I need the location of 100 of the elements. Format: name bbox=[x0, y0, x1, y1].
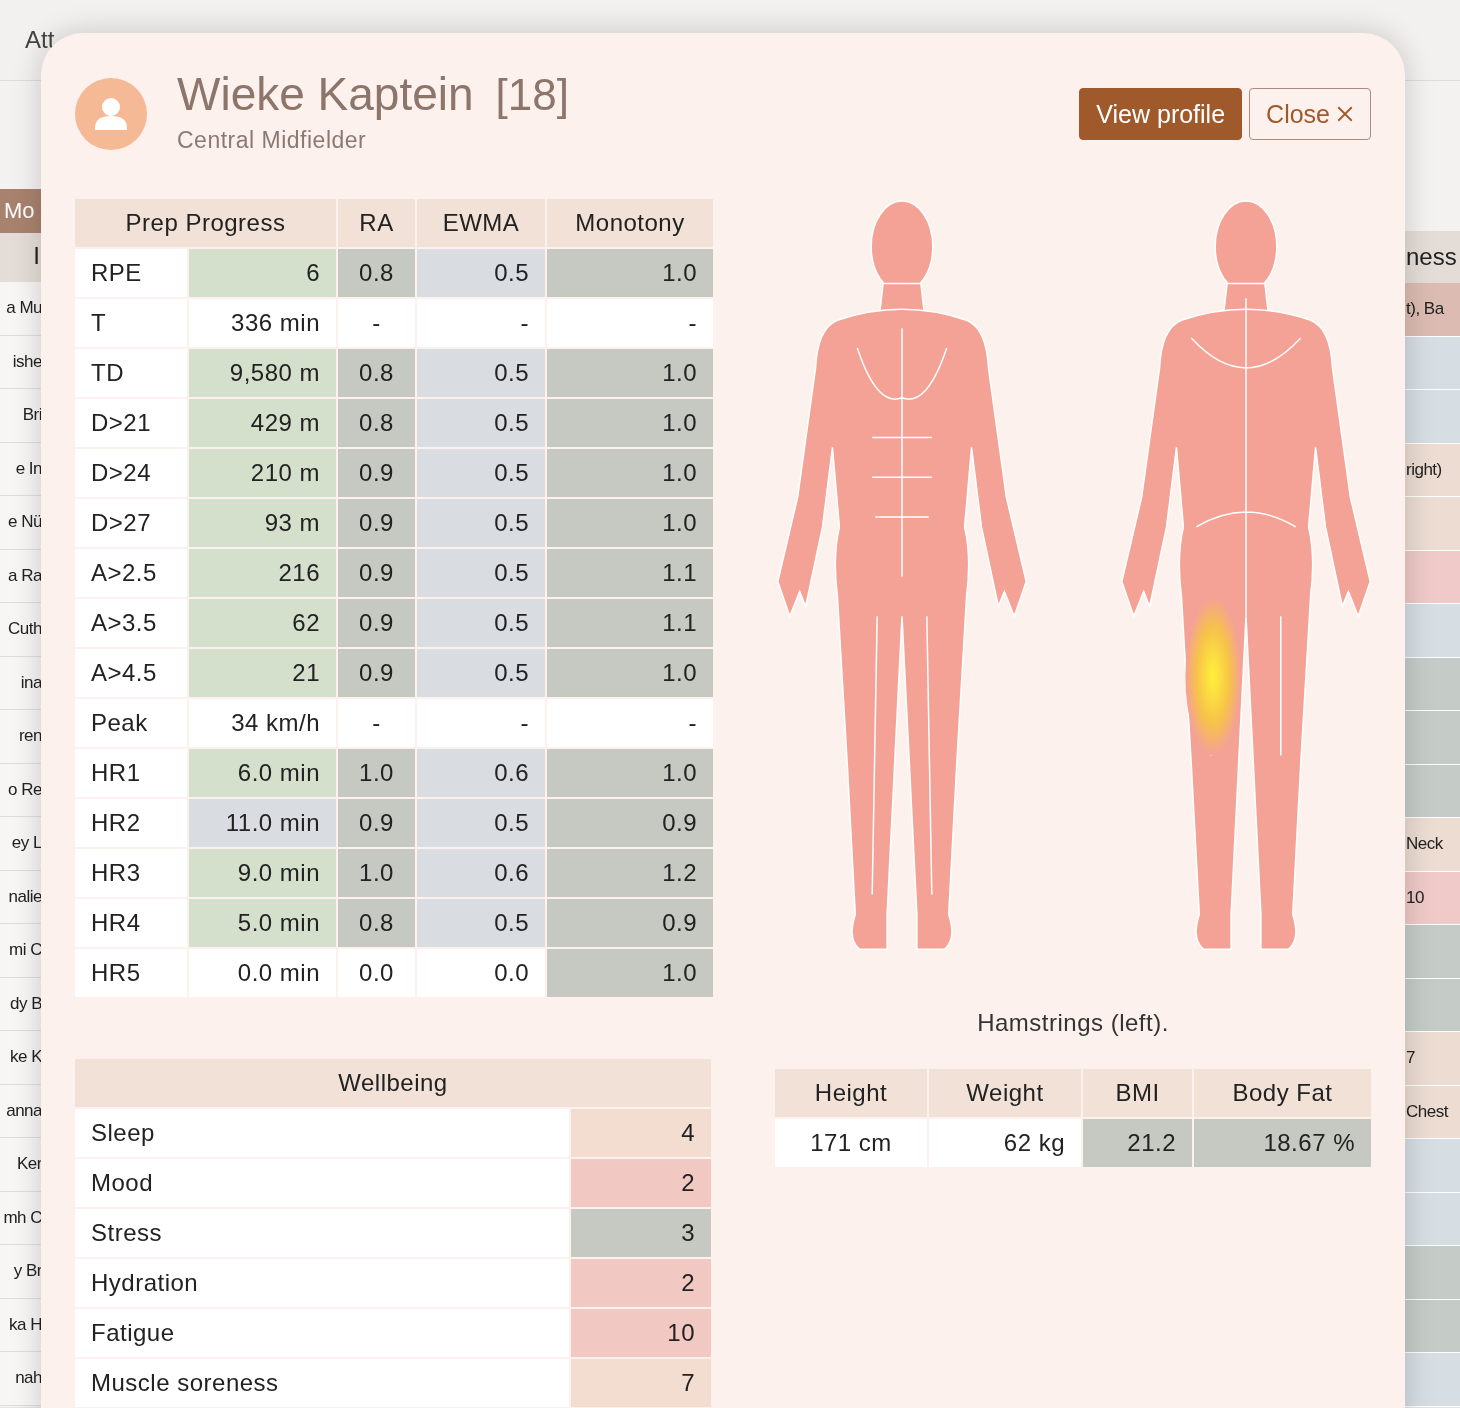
table-cell: 1.0 bbox=[338, 849, 415, 897]
player-name-cell: o Re bbox=[0, 763, 42, 817]
player-name-cell: Ker bbox=[0, 1138, 42, 1192]
table-cell: 1.0 bbox=[547, 499, 713, 547]
row-label: Muscle soreness bbox=[75, 1359, 569, 1407]
table-cell: 0.5 bbox=[417, 549, 545, 597]
row-label: Sleep bbox=[75, 1109, 569, 1157]
player-name-cell: dy B bbox=[0, 977, 42, 1031]
table-cell: 62 kg bbox=[929, 1119, 1081, 1167]
close-button[interactable]: Close bbox=[1249, 88, 1371, 140]
player-name-cell: a Ra bbox=[0, 549, 42, 603]
table-cell: 0.8 bbox=[338, 349, 415, 397]
row-label: Stress bbox=[75, 1209, 569, 1257]
row-label: Peak bbox=[75, 699, 187, 747]
row-label: A>3.5 bbox=[75, 599, 187, 647]
mode-button[interactable]: Mo bbox=[0, 189, 42, 233]
player-position: Central Midfielder bbox=[177, 127, 368, 154]
table-cell: 0.5 bbox=[417, 899, 545, 947]
table-cell: 0.9 bbox=[547, 799, 713, 847]
table-cell: 0.5 bbox=[417, 799, 545, 847]
table-cell: 0.5 bbox=[417, 449, 545, 497]
table-cell: 10 bbox=[571, 1309, 711, 1357]
table-cell: 3 bbox=[571, 1209, 711, 1257]
player-name-cell: mh C bbox=[0, 1191, 42, 1245]
table-cell: Neck bbox=[1404, 818, 1460, 872]
row-label: A>4.5 bbox=[75, 649, 187, 697]
table-cell: 0.5 bbox=[417, 649, 545, 697]
table-cell: 0.0 min bbox=[189, 949, 336, 997]
player-name-cell: ren bbox=[0, 710, 42, 764]
table-cell: 0.0 bbox=[417, 949, 545, 997]
column-header: Height bbox=[775, 1069, 927, 1117]
table-cell: 7 bbox=[571, 1359, 711, 1407]
table-cell: 0.9 bbox=[547, 899, 713, 947]
table-cell: 34 km/h bbox=[189, 699, 336, 747]
player-name-cell: ey L bbox=[0, 817, 42, 871]
table-cell: 0.9 bbox=[338, 599, 415, 647]
table-cell: 6.0 min bbox=[189, 749, 336, 797]
player-name-cell: ina bbox=[0, 656, 42, 710]
table-cell: 0.5 bbox=[417, 399, 545, 447]
player-name-cell: e Nü bbox=[0, 496, 42, 550]
column-header: ness bbox=[1404, 231, 1460, 283]
table-cell: 171 cm bbox=[775, 1119, 927, 1167]
column-header: I bbox=[0, 230, 42, 282]
player-name-cell: ka H bbox=[0, 1298, 42, 1352]
row-label: HR2 bbox=[75, 799, 187, 847]
table-cell: right) bbox=[1404, 443, 1460, 497]
table-title: Wellbeing bbox=[75, 1059, 711, 1107]
table-cell: 210 m bbox=[189, 449, 336, 497]
table-cell: 18.67 % bbox=[1194, 1119, 1371, 1167]
player-number: [18] bbox=[495, 70, 569, 120]
column-header: BMI bbox=[1083, 1069, 1192, 1117]
table-cell: 1.0 bbox=[338, 749, 415, 797]
row-label: HR3 bbox=[75, 849, 187, 897]
player-name-cell: Cuth bbox=[0, 603, 42, 657]
table-cell: 6 bbox=[189, 249, 336, 297]
table-cell: 7 bbox=[1404, 1032, 1460, 1086]
table-cell: - bbox=[547, 699, 713, 747]
player-name-cell: nah bbox=[0, 1352, 42, 1406]
table-cell: 216 bbox=[189, 549, 336, 597]
player-name-cell: nalie bbox=[0, 870, 42, 924]
table-cell: 9,580 m bbox=[189, 349, 336, 397]
row-label: D>24 bbox=[75, 449, 187, 497]
column-header: Weight bbox=[929, 1069, 1081, 1117]
player-name: Wieke Kaptein bbox=[177, 67, 474, 121]
table-cell: 0.8 bbox=[338, 249, 415, 297]
table-cell: 10 bbox=[1404, 871, 1460, 925]
table-cell: 0.0 bbox=[338, 949, 415, 997]
table-cell: 62 bbox=[189, 599, 336, 647]
table-cell: 0.6 bbox=[417, 849, 545, 897]
table-cell: - bbox=[338, 699, 415, 747]
column-header: Prep Progress bbox=[75, 199, 336, 247]
table-cell: 9.0 min bbox=[189, 849, 336, 897]
table-cell: 0.6 bbox=[417, 749, 545, 797]
close-icon bbox=[1336, 105, 1354, 123]
player-name-cell: anna bbox=[0, 1084, 42, 1138]
table-cell: 21 bbox=[189, 649, 336, 697]
injury-caption: Hamstrings (left). bbox=[976, 1009, 1170, 1037]
table-cell: 1.0 bbox=[547, 399, 713, 447]
table-cell: 93 m bbox=[189, 499, 336, 547]
player-name-cell: y Br bbox=[0, 1245, 42, 1299]
row-label: HR1 bbox=[75, 749, 187, 797]
table-cell: 0.8 bbox=[338, 899, 415, 947]
table-cell: 1.1 bbox=[547, 549, 713, 597]
table-cell: - bbox=[417, 699, 545, 747]
row-label: Hydration bbox=[75, 1259, 569, 1307]
view-profile-button[interactable]: View profile bbox=[1079, 88, 1243, 140]
table-cell: - bbox=[417, 299, 545, 347]
row-label: Fatigue bbox=[75, 1309, 569, 1357]
table-cell: 0.5 bbox=[417, 599, 545, 647]
row-label: A>2.5 bbox=[75, 549, 187, 597]
table-cell: 0.5 bbox=[417, 249, 545, 297]
column-header: Monotony bbox=[547, 199, 713, 247]
column-header: RA bbox=[338, 199, 415, 247]
player-name-cell: ke K bbox=[0, 1031, 42, 1085]
table-cell: 0.9 bbox=[338, 649, 415, 697]
table-cell: 1.0 bbox=[547, 749, 713, 797]
player-name-cell: Bri bbox=[0, 389, 42, 443]
table-cell: 1.0 bbox=[547, 649, 713, 697]
table-cell: 0.9 bbox=[338, 549, 415, 597]
table-cell: 1.0 bbox=[547, 349, 713, 397]
